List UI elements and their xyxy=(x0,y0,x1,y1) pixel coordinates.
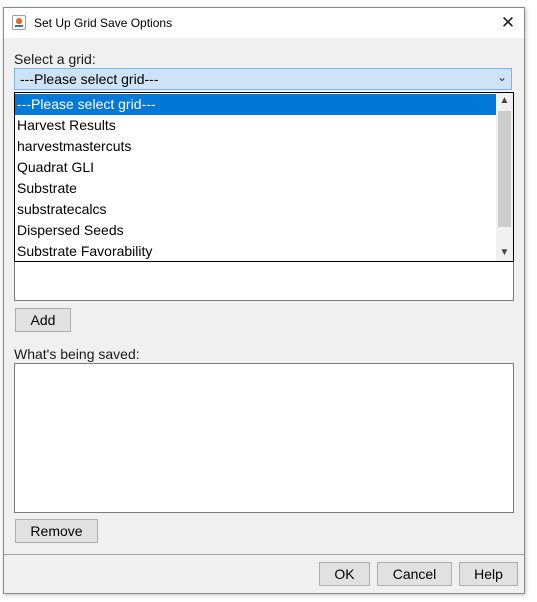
footer-divider xyxy=(4,554,524,555)
remove-button[interactable]: Remove xyxy=(15,519,98,543)
scroll-down-icon[interactable]: ▼ xyxy=(496,245,513,261)
title-bar: Set Up Grid Save Options ✕ xyxy=(4,8,524,38)
saved-list[interactable] xyxy=(14,363,514,513)
select-grid-label: Select a grid: xyxy=(14,51,96,67)
close-icon[interactable]: ✕ xyxy=(498,13,518,33)
add-button[interactable]: Add xyxy=(15,308,71,332)
dropdown-option[interactable]: substratecalcs xyxy=(15,199,496,220)
dropdown-option[interactable]: harvestmastercuts xyxy=(15,136,496,157)
help-button[interactable]: Help xyxy=(459,562,518,586)
java-app-icon xyxy=(12,15,26,30)
dropdown-option[interactable]: Dispersed Seeds xyxy=(15,220,496,241)
dropdown-option[interactable]: ---Please select grid--- xyxy=(15,94,496,115)
grid-select-value: ---Please select grid--- xyxy=(20,71,159,87)
dropdown-option[interactable]: Substrate xyxy=(15,178,496,199)
whats-being-saved-label: What's being saved: xyxy=(14,346,140,362)
dropdown-scrollbar[interactable]: ▲ ▼ xyxy=(496,93,513,261)
grid-dropdown-list[interactable]: ---Please select grid--- Harvest Results… xyxy=(14,92,514,262)
grid-select-combobox[interactable]: ---Please select grid--- ⌄ xyxy=(14,68,512,90)
scroll-up-icon[interactable]: ▲ xyxy=(496,93,513,109)
dropdown-option[interactable]: Harvest Results xyxy=(15,115,496,136)
dialog-window: Set Up Grid Save Options ✕ Select a grid… xyxy=(3,7,525,594)
scrollbar-thumb[interactable] xyxy=(498,111,511,227)
cancel-button[interactable]: Cancel xyxy=(377,562,452,586)
ok-button[interactable]: OK xyxy=(319,562,370,586)
chevron-down-icon[interactable]: ⌄ xyxy=(497,70,507,84)
dropdown-option[interactable]: Quadrat GLI xyxy=(15,157,496,178)
window-title: Set Up Grid Save Options xyxy=(34,16,173,30)
dropdown-option[interactable]: Substrate Favorability xyxy=(15,241,496,262)
